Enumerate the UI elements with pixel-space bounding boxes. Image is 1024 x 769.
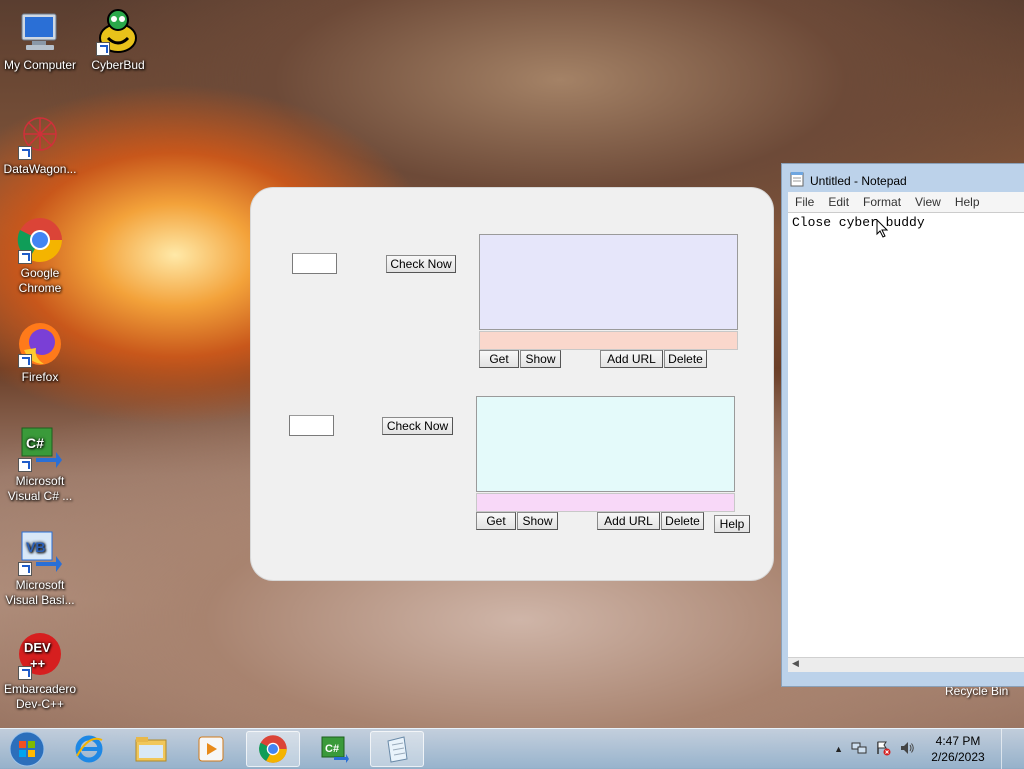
mouse-cursor-icon [876,218,889,241]
menu-edit[interactable]: Edit [821,192,856,212]
shortcut-arrow-icon [18,562,32,576]
notepad-titlebar[interactable]: Untitled - Notepad [790,171,907,190]
taskbar-file-explorer[interactable] [124,731,178,767]
action-center-icon[interactable] [875,740,891,759]
taskbar-visual-csharp[interactable]: C# [308,731,362,767]
desktop-icon-firefox[interactable]: Firefox [0,320,80,385]
group1-get-button[interactable]: Get [479,350,519,368]
svg-text:C#: C# [26,435,44,451]
desktop-icon-cyberbud[interactable]: CyberBud [78,8,158,73]
group2-add-url-button[interactable]: Add URL [597,512,660,530]
scroll-left-arrow-icon[interactable]: ◀ [792,658,799,669]
url-checker-window: Check Now Get Show Add URL Delete Check … [251,188,773,580]
show-hidden-icons-icon[interactable]: ▲ [834,744,843,754]
help-button[interactable]: Help [714,515,750,533]
dev-cpp-icon: DEV ++ [16,632,64,680]
visual-basic-icon: VB [16,528,64,576]
notepad-window: Untitled - Notepad File Edit Format View… [781,163,1024,687]
system-tray: ▲ 4:47 PM 2/26/2023 [834,729,1012,769]
desktop-icon-label: Google Chrome [18,266,62,295]
group1-status-strip [479,331,738,350]
group1-add-url-button[interactable]: Add URL [600,350,663,368]
desktop-icon-my-computer[interactable]: My Computer [0,8,80,73]
visual-csharp-icon: C# [321,736,349,763]
desktop-icon-label: My Computer [3,58,77,72]
desktop-icon-dev-cpp[interactable]: DEV ++ Embarcadero Dev-C++ [0,632,80,712]
clock-date: 2/26/2023 [931,750,985,764]
media-player-icon [198,736,224,762]
desktop-icon-label: Firefox [21,370,59,384]
svg-text:++: ++ [30,656,46,671]
desktop-icon-google-chrome[interactable]: Google Chrome [0,216,80,296]
folder-icon [135,737,167,762]
network-icon[interactable] [851,740,867,759]
group2-delete-button[interactable]: Delete [661,512,704,530]
shortcut-arrow-icon [96,42,110,56]
menu-file[interactable]: File [788,192,821,212]
desktop-icon-label: Embarcadero Dev-C++ [3,682,77,711]
svg-text:DEV: DEV [24,640,51,655]
firefox-icon [16,320,64,368]
cyberbud-icon [94,8,142,56]
chrome-icon [16,216,64,264]
notepad-text-area[interactable]: Close cyber buddy [788,212,1024,672]
shortcut-arrow-icon [18,250,32,264]
group2-show-button[interactable]: Show [517,512,558,530]
group1-check-now-button[interactable]: Check Now [386,255,456,273]
taskbar: C# ▲ 4:47 PM 2/26/2023 [0,728,1024,769]
taskbar-clock[interactable]: 4:47 PM 2/26/2023 [923,733,993,765]
volume-icon[interactable] [899,740,915,759]
start-button[interactable] [4,731,50,767]
shortcut-arrow-icon [18,146,32,160]
notepad-icon [790,171,804,190]
shortcut-arrow-icon [18,354,32,368]
desktop-icon-label: Microsoft Visual Basi... [5,578,75,607]
desktop-icon-label: DataWagon... [3,162,77,176]
group2-input[interactable] [289,415,334,436]
taskbar-notepad[interactable] [370,731,424,767]
notepad-title: Untitled - Notepad [810,173,907,188]
svg-text:C#: C# [325,743,339,755]
datawagon-icon [16,112,64,160]
chrome-icon [259,735,287,763]
show-desktop-button[interactable] [1001,729,1012,769]
group2-display-panel [476,396,735,492]
group1-show-button[interactable]: Show [520,350,561,368]
internet-explorer-icon [75,735,103,763]
desktop-icon-visual-csharp[interactable]: C# Microsoft Visual C# ... [0,424,80,504]
desktop-icon-label: Microsoft Visual C# ... [7,474,73,503]
menu-format[interactable]: Format [856,192,908,212]
desktop-icon-datawagon[interactable]: DataWagon... [0,112,80,177]
clock-time: 4:47 PM [935,734,981,748]
taskbar-google-chrome[interactable] [246,731,300,767]
menu-view[interactable]: View [908,192,948,212]
group1-display-panel [479,234,738,330]
group1-delete-button[interactable]: Delete [664,350,707,368]
desktop-icon-label: CyberBud [91,58,145,72]
svg-text:VB: VB [26,539,45,555]
notepad-content: Close cyber buddy [792,215,925,230]
shortcut-arrow-icon [18,458,32,472]
notepad-menubar: File Edit Format View Help [788,192,1024,212]
shortcut-arrow-icon [18,666,32,680]
taskbar-media-player[interactable] [184,731,238,767]
windows-logo-icon [9,731,45,767]
desktop-icon-visual-basic[interactable]: VB Microsoft Visual Basi... [0,528,80,608]
group2-status-strip [476,493,735,512]
computer-icon [16,8,64,56]
group2-get-button[interactable]: Get [476,512,516,530]
group2-check-now-button[interactable]: Check Now [382,417,453,435]
notepad-horizontal-scrollbar[interactable]: ◀ [788,657,1024,672]
notepad-icon [387,736,408,763]
visual-csharp-icon: C# [16,424,64,472]
menu-help[interactable]: Help [948,192,987,212]
group1-input[interactable] [292,253,337,274]
taskbar-internet-explorer[interactable] [62,731,116,767]
